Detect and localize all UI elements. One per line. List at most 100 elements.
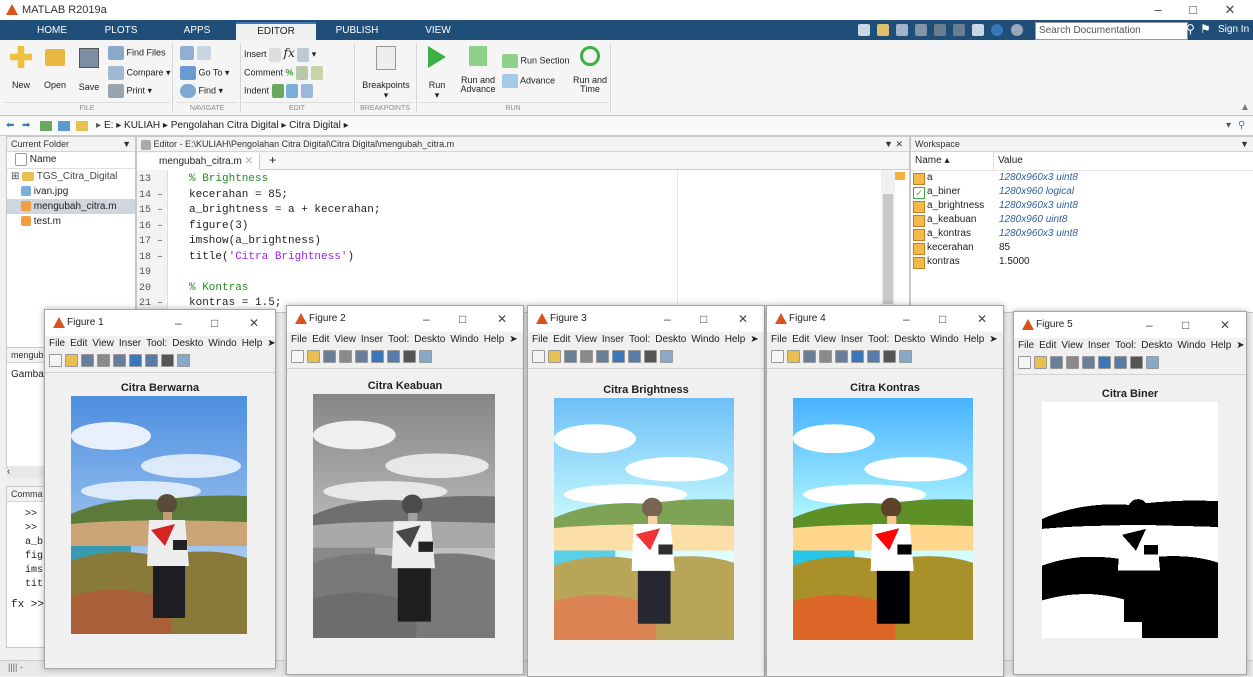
- print-figure-icon[interactable]: [580, 350, 593, 363]
- new-figure-icon[interactable]: [291, 350, 304, 363]
- code-line[interactable]: 13 % Brightness: [137, 172, 380, 188]
- figure-menu-file[interactable]: File: [532, 334, 548, 345]
- go-to-button[interactable]: Go To ▾: [180, 66, 229, 80]
- code-line[interactable]: 16 – figure(3): [137, 219, 380, 235]
- figure-menu-edit[interactable]: Edit: [1039, 340, 1056, 351]
- comment-button[interactable]: Comment %: [244, 66, 323, 80]
- command-prompt[interactable]: fx >>: [11, 599, 44, 611]
- workspace-variable[interactable]: ✓ a_biner 1280x960 logical: [911, 185, 1253, 199]
- plot-tools-icon[interactable]: [899, 350, 912, 363]
- compare-button[interactable]: Compare ▾: [108, 66, 171, 80]
- link-plot-icon[interactable]: [113, 354, 126, 367]
- figure-menu-help[interactable]: Help: [242, 338, 263, 349]
- menu-overflow-icon[interactable]: ➤: [267, 338, 275, 349]
- figure-close-button[interactable]: ✕: [1220, 318, 1230, 332]
- figure-menu-window[interactable]: Windo: [450, 334, 478, 345]
- up-folder-icon[interactable]: [40, 121, 52, 131]
- scrollbar-thumb[interactable]: [883, 194, 893, 304]
- save-icon[interactable]: [858, 24, 870, 37]
- figure-menu-file[interactable]: File: [291, 334, 307, 345]
- figure-window[interactable]: Figure 4 – □ ✕ File Edit View Inser Tool: Deskto W…: [766, 305, 1004, 677]
- figure-menu-insert[interactable]: Inser: [361, 334, 383, 345]
- new-button[interactable]: New: [6, 46, 36, 90]
- menu-overflow-icon[interactable]: ➤: [989, 334, 997, 345]
- path-segment[interactable]: E:: [104, 120, 113, 131]
- tab-editor[interactable]: EDITOR: [236, 22, 316, 40]
- link-plot-icon[interactable]: [1082, 356, 1095, 369]
- figure-minimize-button[interactable]: –: [1146, 318, 1153, 332]
- figure-menu-edit[interactable]: Edit: [553, 334, 570, 345]
- panel-menu-icon[interactable]: ▼: [122, 137, 131, 151]
- figure-menu-file[interactable]: File: [771, 334, 787, 345]
- code-line[interactable]: 14 – kecerahan = 85;: [137, 188, 380, 204]
- edit-plot-icon[interactable]: [161, 354, 174, 367]
- workspace-name-column[interactable]: Name ▴: [915, 152, 950, 170]
- undo-icon[interactable]: [934, 24, 947, 37]
- workspace-variable[interactable]: a_keabuan 1280x960 uint8: [911, 213, 1253, 227]
- redo-icon[interactable]: [953, 24, 966, 37]
- tab-view[interactable]: VIEW: [418, 22, 458, 40]
- browse-folder-icon[interactable]: [58, 121, 70, 131]
- indent-button[interactable]: Indent: [244, 84, 313, 98]
- figure-menu-desktop[interactable]: Deskto: [1141, 340, 1172, 351]
- insert-colorbar-icon[interactable]: [851, 350, 864, 363]
- back-arrow-icon[interactable]: ⬅: [6, 117, 14, 135]
- code-line[interactable]: 18 – title('Citra Brightness'): [137, 250, 380, 266]
- run-button[interactable]: Run ▾: [420, 46, 454, 101]
- collapse-ribbon-icon[interactable]: ▲: [1240, 102, 1250, 113]
- open-button[interactable]: Open: [40, 46, 70, 90]
- file-item-selected[interactable]: mengubah_citra.m: [7, 199, 135, 214]
- search-documentation-input[interactable]: Search Documentation: [1035, 22, 1188, 40]
- new-figure-icon[interactable]: [1018, 356, 1031, 369]
- file-item[interactable]: test.m: [7, 214, 135, 229]
- path-search-icon[interactable]: ⚲: [1238, 117, 1245, 135]
- code-analyzer-indicator[interactable]: [895, 172, 905, 180]
- figure-menu-insert[interactable]: Inser: [119, 338, 141, 349]
- figure-menu-view[interactable]: View: [92, 338, 114, 349]
- open-file-icon[interactable]: [787, 350, 800, 363]
- folder-icon[interactable]: [76, 121, 88, 131]
- tab-apps[interactable]: APPS: [176, 22, 218, 40]
- tab-plots[interactable]: PLOTS: [98, 22, 144, 40]
- figure-image[interactable]: [313, 394, 495, 638]
- link-plot-icon[interactable]: [596, 350, 609, 363]
- insert-legend-icon[interactable]: [867, 350, 880, 363]
- path-segment[interactable]: Citra Digital: [289, 120, 341, 131]
- figure-menu-edit[interactable]: Edit: [312, 334, 329, 345]
- sign-in-link[interactable]: Sign In: [1218, 22, 1249, 38]
- figure-menu-insert[interactable]: Inser: [841, 334, 863, 345]
- figure-menu-desktop[interactable]: Deskto: [414, 334, 445, 345]
- workspace-variable[interactable]: kontras 1.5000: [911, 255, 1253, 269]
- folder-item[interactable]: ⊞ TGS_Citra_Digital: [7, 169, 135, 184]
- name-column-header[interactable]: Name: [7, 152, 135, 169]
- workspace-variable[interactable]: kecerahan 85: [911, 241, 1253, 255]
- search-icon[interactable]: ⚲: [1186, 22, 1195, 36]
- figure-menu-edit[interactable]: Edit: [792, 334, 809, 345]
- tab-close-icon[interactable]: ✕: [245, 156, 253, 167]
- figure-menu-edit[interactable]: Edit: [70, 338, 87, 349]
- advance-button[interactable]: Advance: [502, 74, 555, 88]
- paste-icon[interactable]: [915, 24, 928, 37]
- workspace-variable[interactable]: a_kontras 1280x960x3 uint8: [911, 227, 1253, 241]
- figure-maximize-button[interactable]: □: [459, 312, 466, 326]
- maximize-button[interactable]: □: [1178, 2, 1208, 17]
- figure-maximize-button[interactable]: □: [939, 312, 946, 326]
- figure-menu-window[interactable]: Windo: [208, 338, 236, 349]
- insert-colorbar-icon[interactable]: [612, 350, 625, 363]
- figure-menu-tools[interactable]: Tool:: [388, 334, 409, 345]
- edit-plot-icon[interactable]: [644, 350, 657, 363]
- menu-overflow-icon[interactable]: ➤: [750, 334, 758, 345]
- figure-menu-insert[interactable]: Inser: [602, 334, 624, 345]
- open-file-icon[interactable]: [548, 350, 561, 363]
- open-file-icon[interactable]: [65, 354, 78, 367]
- save-figure-icon[interactable]: [803, 350, 816, 363]
- code-line[interactable]: 20 % Kontras: [137, 281, 380, 297]
- figure-menu-tools[interactable]: Tool:: [629, 334, 650, 345]
- figure-menu-view[interactable]: View: [334, 334, 356, 345]
- new-figure-icon[interactable]: [532, 350, 545, 363]
- workspace-value-column[interactable]: Value: [993, 152, 1023, 170]
- community-icon[interactable]: [1010, 24, 1023, 37]
- figure-menu-desktop[interactable]: Deskto: [172, 338, 203, 349]
- menu-overflow-icon[interactable]: ➤: [1236, 340, 1244, 351]
- tab-publish[interactable]: PUBLISH: [330, 22, 384, 40]
